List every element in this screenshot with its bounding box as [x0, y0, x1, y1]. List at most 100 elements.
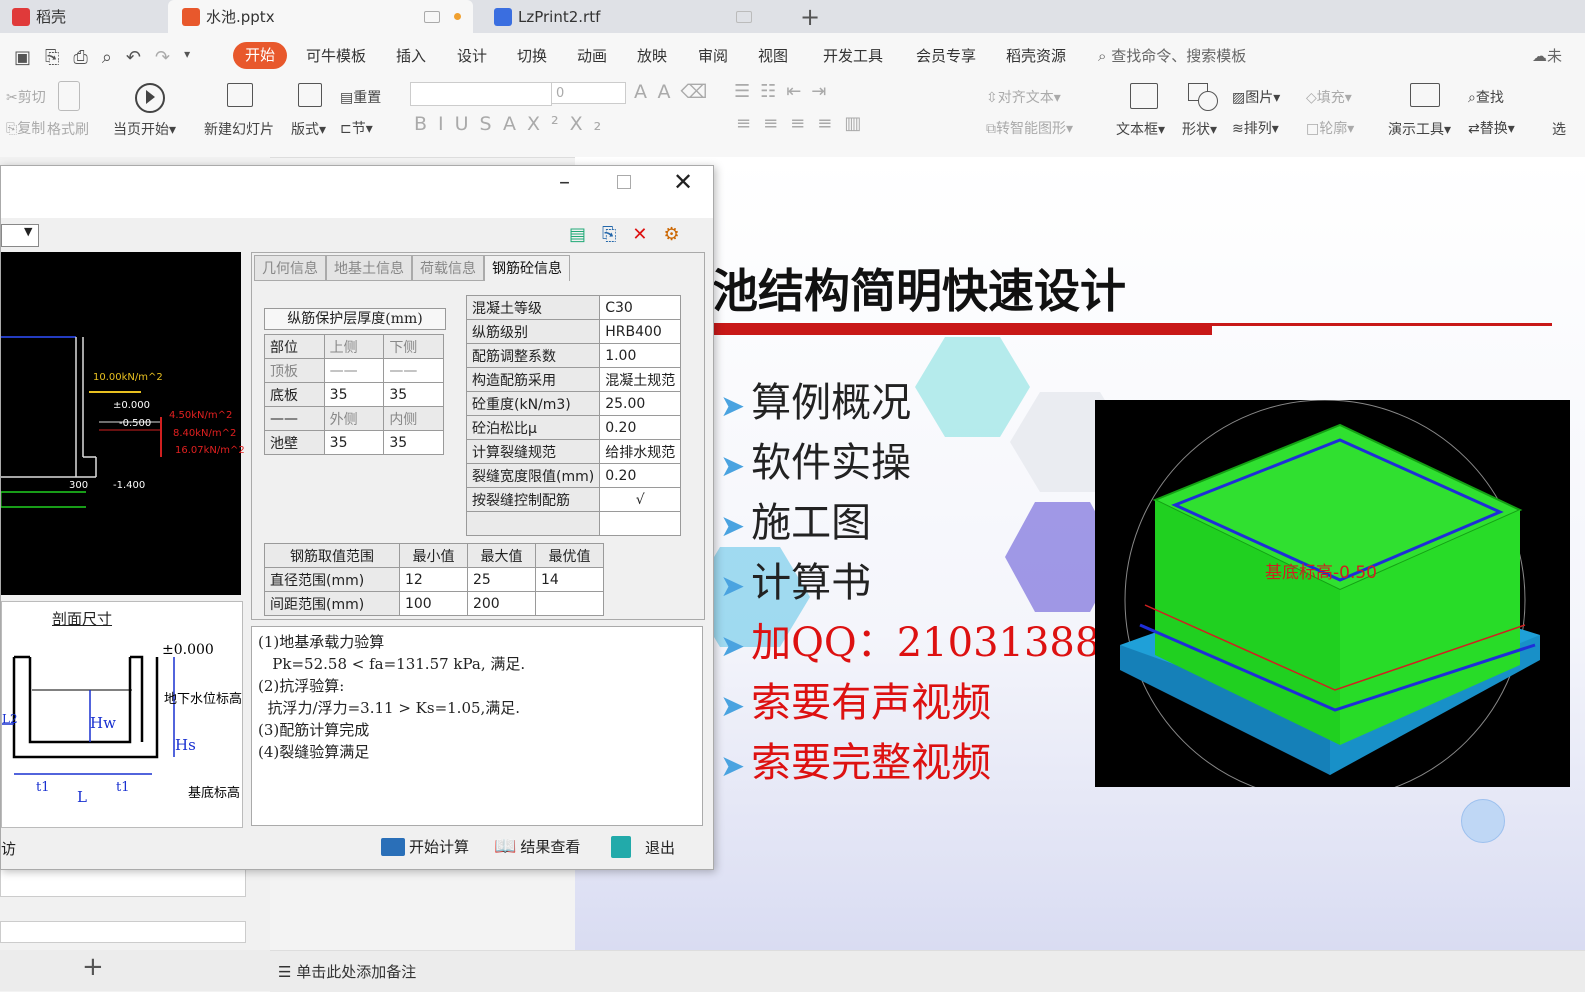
monitor-icon[interactable]: [424, 10, 440, 23]
tools-icon[interactable]: ⚙: [664, 224, 680, 245]
redo-icon[interactable]: ↷: [155, 47, 170, 68]
fill-button[interactable]: ◇填充▾: [1306, 87, 1352, 107]
slide-canvas[interactable]: 池结构简明快速设计 ➤ 算例概况 ➤ 软件实操 ➤ 施工图 ➤ 计算书 ➤ 加QQ：2103138…: [575, 157, 1585, 950]
monitor-icon[interactable]: [736, 10, 752, 23]
param-tab[interactable]: 几何信息: [254, 255, 326, 281]
notes-placeholder[interactable]: ☰ 单击此处添加备注: [278, 961, 416, 982]
font-style-icons[interactable]: BIUSAX²X₂: [414, 113, 612, 135]
param-tab[interactable]: 钢筋砼信息: [484, 255, 570, 281]
menu-template[interactable]: 可牛模板: [306, 45, 366, 66]
menu-slideshow[interactable]: 放映: [637, 45, 667, 66]
preview-icon[interactable]: ⌕: [102, 47, 112, 68]
customize-icon[interactable]: ▾: [184, 47, 190, 68]
menu-animation[interactable]: 动画: [577, 45, 607, 66]
reset-button[interactable]: ▤重置: [340, 87, 381, 107]
picture-button[interactable]: ▨图片▾: [1232, 87, 1280, 107]
undo-icon[interactable]: ↶: [126, 47, 141, 68]
play-triangle: [146, 90, 155, 104]
align-icons[interactable]: ≡≡≡≡▥: [736, 113, 873, 134]
param-tab[interactable]: 荷载信息: [412, 255, 484, 281]
align-text-button[interactable]: ⇳对齐文本▾: [986, 87, 1061, 107]
menu-docer-resources[interactable]: 稻壳资源: [1006, 45, 1066, 66]
copy-icon[interactable]: ⎘: [602, 224, 616, 245]
export-icon[interactable]: ⎘: [45, 47, 59, 68]
slide-thumbnail[interactable]: [0, 921, 246, 943]
arrange-button[interactable]: ≋排列▾: [1232, 118, 1279, 138]
menu-developer[interactable]: 开发工具: [823, 45, 883, 66]
table-header-cell: 钢筋取值范围: [264, 543, 400, 568]
menu-insert[interactable]: 插入: [396, 45, 426, 66]
menu-home[interactable]: 开始: [233, 42, 287, 69]
cut-button[interactable]: ✂剪切: [6, 87, 46, 107]
play-current-button[interactable]: 当页开始▾: [113, 119, 176, 139]
select-button[interactable]: 选: [1552, 119, 1566, 139]
param-value[interactable]: HRB400: [599, 319, 682, 344]
tab-docer[interactable]: 稻壳: [12, 0, 167, 33]
table-cell[interactable]: [599, 511, 682, 536]
table-cell[interactable]: 35: [323, 430, 385, 455]
outline-button[interactable]: □轮廓▾: [1306, 118, 1354, 138]
table-cell[interactable]: 100: [398, 591, 468, 616]
tab-pptx[interactable]: 水池.pptx: [168, 0, 473, 33]
list-icons[interactable]: ☰☷⇤⇥: [734, 81, 836, 102]
add-slide-button[interactable]: +: [82, 952, 104, 982]
delete-icon[interactable]: ✕: [632, 224, 647, 245]
close-button[interactable]: ✕: [673, 168, 693, 196]
new-doc-icon[interactable]: ▤: [569, 224, 586, 245]
table-cell[interactable]: 200: [466, 591, 536, 616]
format-painter-button[interactable]: 格式刷: [47, 119, 89, 139]
layout-button[interactable]: 版式▾: [291, 119, 326, 139]
notes-bar: ☰ 单击此处添加备注: [270, 950, 1585, 992]
shape-button[interactable]: 形状▾: [1182, 119, 1217, 139]
new-tab-button[interactable]: +: [800, 0, 820, 33]
param-value[interactable]: 25.00: [599, 391, 682, 416]
table-cell[interactable]: ——: [323, 358, 385, 383]
table-cell[interactable]: 12: [398, 567, 468, 592]
param-value[interactable]: √: [599, 487, 682, 512]
menu-view[interactable]: 视图: [758, 45, 788, 66]
cad-label: ±0.000: [113, 400, 151, 411]
font-size-select[interactable]: 0: [551, 82, 626, 104]
textbox-button[interactable]: 文本框▾: [1116, 119, 1165, 139]
table-cell[interactable]: 14: [534, 567, 605, 592]
menu-member[interactable]: 会员专享: [916, 45, 976, 66]
new-slide-button[interactable]: 新建幻灯片: [204, 119, 274, 139]
print-icon[interactable]: ⎙: [73, 47, 87, 68]
minimize-button[interactable]: –: [559, 170, 570, 195]
menu-transition[interactable]: 切换: [517, 45, 547, 66]
save-icon[interactable]: ▣: [14, 47, 31, 68]
cloud-status[interactable]: ☁未: [1532, 45, 1562, 66]
param-tab[interactable]: 地基土信息: [326, 255, 412, 281]
font-grow-shrink-icons[interactable]: AA⌫: [634, 81, 717, 103]
command-search[interactable]: ⌕ 查找命令、搜索模板: [1098, 45, 1246, 66]
param-value[interactable]: C30: [599, 295, 682, 320]
view-results-button[interactable]: 📖 结果查看: [494, 836, 580, 857]
present-tools-button[interactable]: 演示工具▾: [1388, 119, 1451, 139]
table-cell[interactable]: ——: [383, 358, 444, 383]
section-button[interactable]: ⊏节▾: [340, 118, 373, 138]
param-value[interactable]: 混凝土规范: [599, 367, 682, 392]
table-cell[interactable]: [534, 591, 605, 616]
copy-button[interactable]: ⎘复制: [6, 118, 45, 138]
smartart-button[interactable]: ⧉转智能图形▾: [986, 118, 1073, 138]
maximize-button[interactable]: [617, 175, 631, 189]
menu-review[interactable]: 审阅: [698, 45, 728, 66]
param-value[interactable]: 0.20: [599, 463, 682, 488]
menu-design[interactable]: 设计: [457, 45, 487, 66]
project-select[interactable]: ▼: [1, 224, 39, 247]
slide-thumbnail[interactable]: [0, 867, 246, 897]
table-cell[interactable]: 35: [383, 430, 444, 455]
tab-rtf[interactable]: LzPrint2.rtf: [480, 0, 785, 33]
find-button[interactable]: ⌕查找: [1468, 87, 1504, 107]
float-action-button[interactable]: [1461, 799, 1505, 843]
table-cell[interactable]: 35: [323, 382, 385, 407]
param-value[interactable]: 给排水规范: [599, 439, 682, 464]
exit-button[interactable]: 退出: [611, 836, 675, 858]
param-value[interactable]: 1.00: [599, 343, 682, 368]
start-calc-button[interactable]: 开始计算: [381, 836, 469, 857]
param-value[interactable]: 0.20: [599, 415, 682, 440]
table-cell[interactable]: 35: [383, 382, 444, 407]
replace-button[interactable]: ⇄替换▾: [1468, 118, 1515, 138]
font-name-select[interactable]: [410, 82, 552, 106]
table-cell[interactable]: 25: [466, 567, 536, 592]
